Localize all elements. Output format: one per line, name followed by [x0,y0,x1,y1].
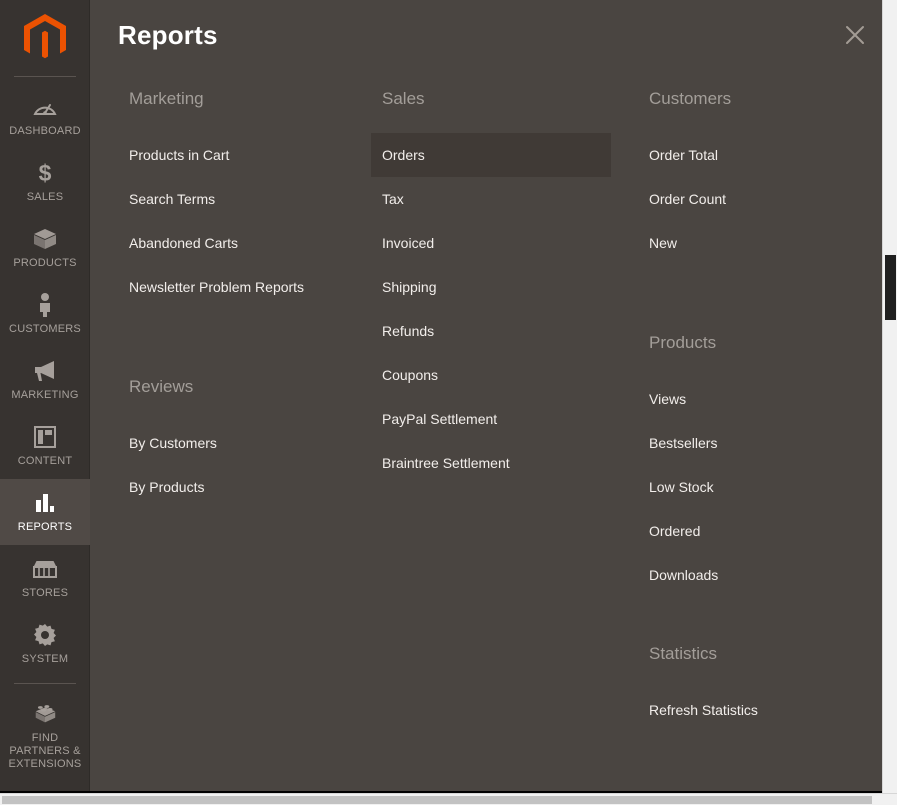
report-group-products: Products Views Bestsellers Low Stock Ord… [638,332,888,597]
sidebar-item-customers[interactable]: CUSTOMERS [0,281,90,347]
menu-item-by-customers[interactable]: By Customers [118,421,368,465]
menu-item-newsletter-problem-reports[interactable]: Newsletter Problem Reports [118,265,368,309]
sidebar-item-dashboard[interactable]: DASHBOARD [0,83,90,149]
vertical-scrollbar[interactable] [882,0,897,793]
group-title: Marketing [129,89,204,108]
admin-sidebar: DASHBOARD $ SALES PRODUCTS CUSTOMERS MAR… [0,0,90,805]
person-icon [32,292,58,318]
menu-item-coupons[interactable]: Coupons [371,353,611,397]
reports-column-marketing: Marketing Products in Cart Search Terms … [118,88,368,509]
sidebar-item-label: DASHBOARD [9,125,81,137]
puzzle-brick-icon [32,701,58,727]
menu-item-invoiced[interactable]: Invoiced [371,221,611,265]
menu-item-refresh-statistics[interactable]: Refresh Statistics [638,688,888,732]
report-group-sales: Sales Orders Tax Invoiced Shipping Refun… [371,88,631,485]
menu-item-products-in-cart[interactable]: Products in Cart [118,133,368,177]
menu-item-orders[interactable]: Orders [371,133,611,177]
reports-mega-menu-screen: DASHBOARD $ SALES PRODUCTS CUSTOMERS MAR… [0,0,897,805]
report-group-marketing: Marketing Products in Cart Search Terms … [118,88,368,309]
sidebar-item-label: MARKETING [11,389,79,401]
report-group-statistics: Statistics Refresh Statistics [638,643,888,732]
sidebar-item-label: PRODUCTS [13,257,77,269]
bar-chart-icon [32,490,58,516]
report-group-reviews: Reviews By Customers By Products [118,376,368,509]
close-icon [846,26,864,44]
sidebar-item-find-partners-extensions[interactable]: FIND PARTNERS & EXTENSIONS [0,690,90,782]
reports-panel: Reports Marketing Products in Cart Searc… [90,0,897,805]
group-title: Statistics [649,644,718,663]
close-button[interactable] [840,20,870,50]
sidebar-item-reports[interactable]: REPORTS [0,479,90,545]
sidebar-item-label: FIND PARTNERS & EXTENSIONS [8,732,82,770]
menu-item-braintree-settlement[interactable]: Braintree Settlement [371,441,611,485]
sidebar-item-stores[interactable]: STORES [0,545,90,611]
sidebar-item-label: SYSTEM [21,653,69,665]
dashboard-icon [32,94,58,120]
sidebar-item-label: CUSTOMERS [9,323,81,335]
menu-item-search-terms[interactable]: Search Terms [118,177,368,221]
report-group-customers: Customers Order Total Order Count New [638,88,888,265]
storefront-icon [32,556,58,582]
menu-item-abandoned-carts[interactable]: Abandoned Carts [118,221,368,265]
menu-item-views[interactable]: Views [638,377,888,421]
horizontal-scrollbar[interactable] [0,793,897,805]
menu-item-tax[interactable]: Tax [371,177,611,221]
sidebar-item-label: SALES [26,191,64,203]
sidebar-item-label: CONTENT [17,455,73,467]
reports-column-customers: Customers Order Total Order Count New Pr… [638,88,888,732]
page-title: Reports [118,20,218,50]
menu-item-low-stock[interactable]: Low Stock [638,465,888,509]
vertical-scrollbar-thumb[interactable] [885,255,896,320]
layout-icon [32,424,58,450]
sidebar-item-sales[interactable]: $ SALES [0,149,90,215]
sidebar-item-content[interactable]: CONTENT [0,413,90,479]
group-title: Customers [649,89,732,108]
menu-item-ordered[interactable]: Ordered [638,509,888,553]
menu-item-shipping[interactable]: Shipping [371,265,611,309]
megaphone-icon [32,358,58,384]
menu-item-by-products[interactable]: By Products [118,465,368,509]
sidebar-divider-bottom [13,683,76,684]
menu-item-order-count[interactable]: Order Count [638,177,888,221]
gear-icon [32,622,58,648]
reports-column-sales: Sales Orders Tax Invoiced Shipping Refun… [371,88,631,485]
sidebar-item-products[interactable]: PRODUCTS [0,215,90,281]
menu-item-new[interactable]: New [638,221,888,265]
menu-item-order-total[interactable]: Order Total [638,133,888,177]
sidebar-item-marketing[interactable]: MARKETING [0,347,90,413]
box-icon [32,226,58,252]
magento-logo-icon [23,14,66,59]
horizontal-scrollbar-thumb[interactable] [2,796,872,804]
sidebar-item-label: STORES [21,587,69,599]
svg-text:$: $ [39,160,52,186]
magento-logo[interactable] [0,0,89,76]
menu-item-bestsellers[interactable]: Bestsellers [638,421,888,465]
sidebar-divider-top [13,76,76,77]
sidebar-item-system[interactable]: SYSTEM [0,611,90,677]
menu-item-refunds[interactable]: Refunds [371,309,611,353]
group-title: Reviews [129,377,194,396]
group-title: Sales [382,89,425,108]
sidebar-item-label: REPORTS [17,521,73,533]
group-title: Products [649,333,717,352]
menu-item-paypal-settlement[interactable]: PayPal Settlement [371,397,611,441]
dollar-icon: $ [32,160,58,186]
menu-item-downloads[interactable]: Downloads [638,553,888,597]
